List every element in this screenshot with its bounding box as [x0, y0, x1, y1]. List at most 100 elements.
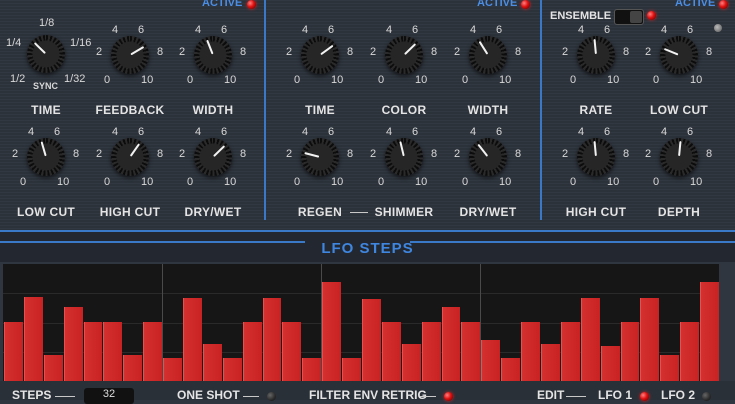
lfo-step-bar[interactable]: [441, 307, 461, 381]
knob-scale-4: 4: [112, 24, 119, 36]
ensemble-label: ENSEMBLE: [550, 10, 612, 22]
lfo-step-bar[interactable]: [381, 322, 401, 381]
reverb-shimmer-knob[interactable]: 4 6 2 8 0 10: [364, 126, 444, 208]
lfo-step-bar[interactable]: [560, 322, 580, 381]
chorus-highcut-knob[interactable]: 4 6 2 8 0 10: [556, 126, 636, 208]
delay-drywet-label: DRY/WET: [184, 205, 242, 219]
knob-scale-4: 4: [28, 126, 35, 138]
knob-scale-0: 0: [378, 176, 385, 188]
knob-scale-8: 8: [240, 46, 247, 58]
lfo-step-bar[interactable]: [501, 358, 521, 381]
lfo-step-bar[interactable]: [242, 322, 262, 381]
knob-scale-8: 8: [157, 46, 164, 58]
steps-value-field[interactable]: 32: [84, 388, 134, 404]
delay-drywet-knob[interactable]: 4 6 2 8 0 10: [173, 126, 253, 208]
time-scale-1-4: 1/4: [6, 37, 22, 49]
knob-scale-2: 2: [370, 148, 377, 160]
knob-scale-0: 0: [187, 74, 194, 86]
lfo-step-bar[interactable]: [342, 358, 361, 381]
lfo-step-bar[interactable]: [202, 344, 222, 381]
delay-time-knob[interactable]: 1/8 1/4 1/16 1/2 1/32 SYNC: [6, 15, 91, 97]
reverb-drywet-label: DRY/WET: [459, 205, 517, 219]
knob-pointer: [678, 140, 682, 157]
knob-scale-10: 10: [499, 176, 512, 188]
delay-active-led[interactable]: [247, 0, 256, 9]
lfo-step-bar[interactable]: [262, 298, 282, 381]
lfo-header-line-right: [410, 241, 735, 243]
lfo-step-bar[interactable]: [521, 322, 540, 381]
delay-highcut-label: HIGH CUT: [99, 205, 161, 219]
lfo-step-bar[interactable]: [461, 322, 481, 381]
lfo-step-bar[interactable]: [620, 322, 640, 381]
knob-scale-8: 8: [515, 46, 522, 58]
grid-beat-line: [480, 264, 481, 381]
reverb-color-knob[interactable]: 4 6 2 8 0 10: [364, 24, 444, 106]
knob-scale-6: 6: [221, 126, 228, 138]
chorus-rate-knob[interactable]: 4 6 2 8 0 10: [556, 24, 636, 106]
delay-highcut-knob[interactable]: 4 6 2 8 0 10: [90, 126, 170, 208]
knob-scale-4: 4: [112, 126, 119, 138]
knob-cap: [577, 138, 615, 176]
lfo-step-bar[interactable]: [23, 297, 43, 381]
knob-cap: [660, 138, 698, 176]
knob-cap: [577, 36, 615, 74]
lfo-step-bar[interactable]: [123, 355, 143, 381]
reverb-time-knob[interactable]: 4 6 2 8 0 10: [280, 24, 360, 106]
reverb-active-led[interactable]: [521, 0, 530, 9]
lfo-step-bar[interactable]: [282, 322, 302, 381]
knob-scale-0: 0: [462, 74, 469, 86]
lfo-step-bar[interactable]: [83, 322, 103, 381]
steps-dash: [55, 396, 75, 397]
lfo-step-bar[interactable]: [640, 298, 660, 381]
chorus-active-led[interactable]: [719, 0, 728, 9]
lfo-step-bar[interactable]: [222, 358, 242, 381]
chorus-lowcut-knob[interactable]: 4 6 2 8 0 10: [639, 24, 719, 106]
lfo-step-bar[interactable]: [43, 355, 63, 381]
knob-cap: [27, 138, 65, 176]
knob-scale-4: 4: [661, 126, 668, 138]
lfo-step-bar[interactable]: [481, 340, 501, 381]
knob-scale-8: 8: [515, 148, 522, 160]
lfo-step-bar[interactable]: [302, 358, 322, 381]
lfo-step-bar[interactable]: [421, 322, 441, 381]
lfo-step-bar[interactable]: [4, 322, 23, 381]
lfo-step-bar[interactable]: [143, 322, 163, 381]
knob-scale-0: 0: [104, 74, 111, 86]
lfo-step-bar[interactable]: [700, 282, 719, 381]
knob-cap: [27, 35, 65, 73]
delay-lowcut-knob[interactable]: 4 6 2 8 0 10: [6, 126, 86, 208]
knob-scale-8: 8: [431, 46, 438, 58]
knob-scale-6: 6: [138, 24, 145, 36]
chorus-depth-knob[interactable]: 4 6 2 8 0 10: [639, 126, 719, 208]
knob-scale-2: 2: [286, 148, 293, 160]
knob-scale-10: 10: [331, 176, 344, 188]
reverb-regen-knob[interactable]: 4 6 2 8 0 10: [280, 126, 360, 208]
knob-scale-10: 10: [141, 176, 154, 188]
ensemble-toggle[interactable]: [614, 9, 644, 25]
delay-feedback-knob[interactable]: 4 6 2 8 0 10: [90, 24, 170, 106]
time-scale-1-16: 1/16: [70, 37, 92, 49]
knob-scale-2: 2: [454, 148, 461, 160]
lfo-step-bar[interactable]: [103, 322, 123, 381]
section-divider-1: [264, 0, 266, 220]
lfo-step-bar[interactable]: [183, 298, 202, 381]
lfo-step-grid[interactable]: [3, 264, 719, 381]
lfo-step-bar[interactable]: [322, 282, 342, 381]
knob-scale-4: 4: [195, 126, 202, 138]
reverb-width-knob[interactable]: 4 6 2 8 0 10: [448, 24, 528, 106]
lfo-step-bar[interactable]: [401, 344, 421, 381]
lfo-step-bar[interactable]: [580, 298, 600, 381]
knob-scale-2: 2: [12, 148, 19, 160]
lfo-step-bar[interactable]: [600, 346, 620, 381]
knob-pointer: [477, 143, 489, 157]
reverb-drywet-knob[interactable]: 4 6 2 8 0 10: [448, 126, 528, 208]
lfo-step-bar[interactable]: [362, 299, 381, 381]
knob-scale-10: 10: [415, 176, 428, 188]
lfo-step-bar[interactable]: [541, 344, 560, 381]
lfo-step-bar[interactable]: [163, 358, 182, 381]
lfo-step-bar[interactable]: [680, 322, 700, 381]
lfo-step-bar[interactable]: [63, 307, 83, 381]
knob-scale-8: 8: [623, 148, 630, 160]
delay-width-knob[interactable]: 4 6 2 8 0 10: [173, 24, 253, 106]
lfo-step-bar[interactable]: [660, 355, 680, 381]
